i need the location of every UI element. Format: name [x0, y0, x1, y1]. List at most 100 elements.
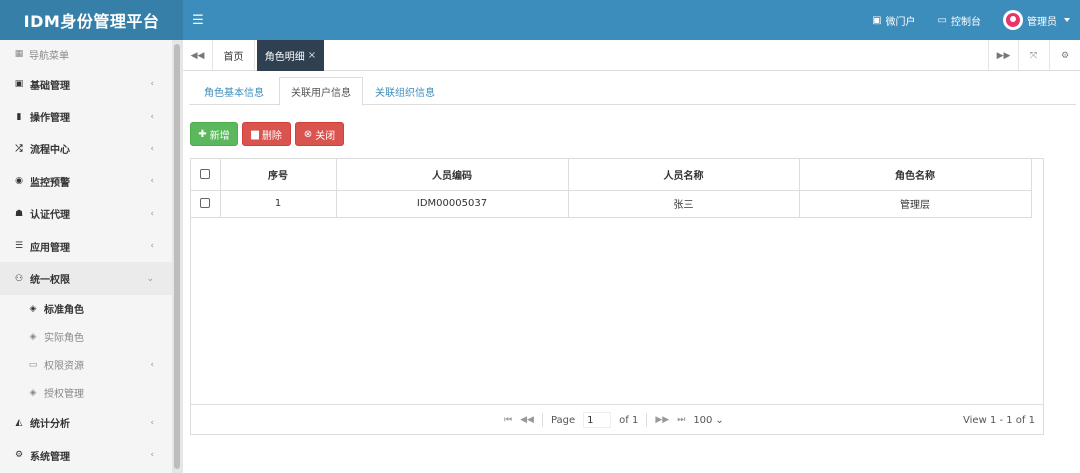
page-label: Page: [550, 414, 576, 426]
sidebar-subitem-actual-role[interactable]: ◈ 实际角色: [0, 323, 172, 351]
pagination-bar: ⏮ ◀◀ Page of 1 ▶▶ ⏭ 100 ⌄ View 1 - 1 of …: [191, 404, 1043, 434]
leaf-icon: ◈: [29, 303, 37, 314]
select-all-checkbox[interactable]: [200, 168, 211, 179]
sidebar-item-apps[interactable]: ☰ 应用管理 ‹: [0, 230, 172, 262]
page-number-input[interactable]: [583, 412, 612, 428]
delete-button[interactable]: ▆ 删除: [242, 122, 291, 146]
sidebar-item-basic[interactable]: ▣ 基础管理 ‹: [0, 68, 172, 100]
chevron-left-icon: ‹: [150, 450, 154, 461]
chevron-left-icon: ‹: [150, 143, 154, 154]
sidebar-subitem-label: 实际角色: [44, 333, 84, 345]
sidebar-item-label: 认证代理: [30, 210, 70, 222]
sidebar-item-operation[interactable]: ▮ 操作管理 ‹: [0, 100, 172, 132]
close-button[interactable]: ⊗ 关闭: [295, 122, 344, 146]
book-icon: ▮: [16, 111, 22, 122]
sidebar-subitem-authorization[interactable]: ◈ 授权管理: [0, 379, 172, 407]
top-header: IDM身份管理平台 ☰ ▣ 微门户 ▭ 控制台 管理员: [0, 0, 1080, 40]
tabs-scroll-right-icon[interactable]: ▶▶: [988, 40, 1018, 71]
sidebar-item-label: 操作管理: [30, 113, 70, 125]
sidebar-heading: ▦ 导航菜单: [0, 40, 172, 68]
sidebar-item-system[interactable]: ⚙ 系统管理 ‹: [0, 439, 172, 471]
add-button[interactable]: ✚ 新增: [190, 122, 238, 146]
tab-role-detail[interactable]: 角色明细 ×: [257, 40, 324, 71]
detail-tabs: 角色基本信息 关联用户信息 关联组织信息: [189, 77, 1076, 106]
menu-toggle-icon[interactable]: ☰: [190, 11, 206, 29]
row-select-cell: [191, 189, 221, 218]
page-size-select[interactable]: 100 ⌄: [693, 415, 723, 426]
grid-icon: ▦: [14, 49, 24, 59]
sidebar-item-label: 统一权限: [30, 275, 70, 287]
last-page-icon[interactable]: ⏭: [677, 415, 685, 425]
chevron-left-icon: ‹: [150, 417, 154, 428]
sidebar-item-statistics[interactable]: ◭ 统计分析 ‹: [0, 407, 172, 439]
sidebar-subitem-resources[interactable]: ▭ 权限资源 ‹: [0, 351, 172, 379]
cell-role: 管理层: [798, 189, 1032, 218]
header-link-console[interactable]: ▭ 控制台: [938, 13, 981, 28]
column-header-index[interactable]: 序号: [219, 159, 337, 191]
column-header-role[interactable]: 角色名称: [798, 159, 1032, 191]
users-icon: ☗: [14, 208, 24, 219]
user-name: 管理员: [1027, 16, 1057, 28]
next-page-icon[interactable]: ▶▶: [655, 415, 669, 425]
sidebar-item-permissions[interactable]: ⚇ 统一权限 ⌄: [0, 262, 172, 295]
user-table: 序号 人员编码 人员名称 角色名称 1 IDM00005037 张三 管理层: [191, 159, 1032, 218]
first-page-icon[interactable]: ⏮: [504, 415, 512, 425]
column-header-name[interactable]: 人员名称: [567, 159, 800, 191]
eye-icon: ◉: [15, 176, 23, 187]
chevron-left-icon: ‹: [150, 79, 154, 90]
chevron-down-icon: ⌄: [715, 414, 724, 426]
table-header-row: 序号 人员编码 人员名称 角色名称: [191, 159, 1032, 191]
tab-home[interactable]: 首页: [213, 40, 255, 71]
close-button-label: 关闭: [315, 130, 336, 142]
header-actions: ▣ 微门户 ▭ 控制台 管理员: [872, 0, 1070, 40]
table-row[interactable]: 1 IDM00005037 张三 管理层: [191, 189, 1032, 218]
tab-role-basic-info[interactable]: 角色基本信息: [189, 77, 279, 105]
chevron-left-icon: ‹: [150, 208, 154, 219]
pagination-info: View 1 - 1 of 1: [963, 414, 1035, 426]
sidebar-subitem-label: 授权管理: [44, 389, 84, 401]
close-icon[interactable]: ×: [308, 50, 316, 61]
column-header-code[interactable]: 人员编码: [335, 159, 569, 191]
tab-related-users[interactable]: 关联用户信息: [279, 77, 363, 106]
header-link-portal[interactable]: ▣ 微门户: [872, 13, 915, 28]
trash-icon: ▆: [251, 128, 259, 140]
cell-index: 1: [219, 189, 337, 218]
sidebar: ▦ 导航菜单 ▣ 基础管理 ‹ ▮ 操作管理 ‹ ⤮ 流程中心 ‹ ◉ 监控预警…: [0, 40, 172, 473]
sidebar-item-workflow[interactable]: ⤮ 流程中心 ‹: [0, 133, 172, 165]
chevron-left-icon: ‹: [150, 176, 154, 187]
chevron-left-icon: ‹: [150, 111, 154, 122]
chevron-left-icon: ‹: [150, 359, 154, 370]
sidebar-subitem-label: 权限资源: [44, 361, 84, 373]
leaf-icon: ◈: [29, 331, 37, 342]
sidebar-scrollbar[interactable]: [172, 40, 183, 473]
row-checkbox[interactable]: [200, 198, 211, 208]
delete-button-label: 删除: [261, 130, 282, 142]
user-menu[interactable]: 管理员: [1003, 10, 1070, 30]
sidebar-item-monitor[interactable]: ◉ 监控预警 ‹: [0, 165, 172, 197]
sidebar-item-label: 应用管理: [30, 242, 70, 254]
tabs-scroll-left-icon[interactable]: ◀◀: [183, 40, 213, 71]
sidebar-item-label: 系统管理: [30, 451, 70, 463]
sidebar-subitem-standard-role[interactable]: ◈ 标准角色: [0, 295, 172, 323]
leaf-icon: ◈: [29, 387, 37, 398]
sidebar-scrollbar-thumb[interactable]: [174, 44, 180, 469]
tab-related-orgs[interactable]: 关联组织信息: [363, 77, 447, 105]
header-link-label: 微门户: [885, 16, 916, 28]
sidebar-item-auth-proxy[interactable]: ☗ 认证代理 ‹: [0, 198, 172, 230]
prev-page-icon[interactable]: ◀◀: [520, 415, 534, 425]
pager-divider: [646, 413, 648, 427]
fullscreen-icon[interactable]: ⤧: [1018, 40, 1048, 71]
id-card-icon: ▣: [14, 79, 24, 90]
sidebar-item-label: 监控预警: [30, 177, 70, 189]
area-chart-icon: ◭: [15, 417, 23, 428]
sidebar-subitem-label: 标准角色: [44, 305, 84, 317]
chevron-left-icon: ‹: [150, 241, 154, 252]
gear-icon[interactable]: ⚙: [1049, 40, 1080, 71]
sidebar-heading-label: 导航菜单: [29, 50, 69, 62]
caret-down-icon: [1064, 18, 1070, 22]
cogs-icon: ⚙: [14, 450, 24, 461]
main-content: 角色基本信息 关联用户信息 关联组织信息 ✚ 新增 ▆ 删除 ⊗ 关闭 序号 人…: [183, 71, 1080, 473]
id-card-icon: ▣: [872, 14, 882, 26]
sitemap-icon: ⚇: [14, 273, 24, 284]
pager-divider: [541, 413, 543, 427]
